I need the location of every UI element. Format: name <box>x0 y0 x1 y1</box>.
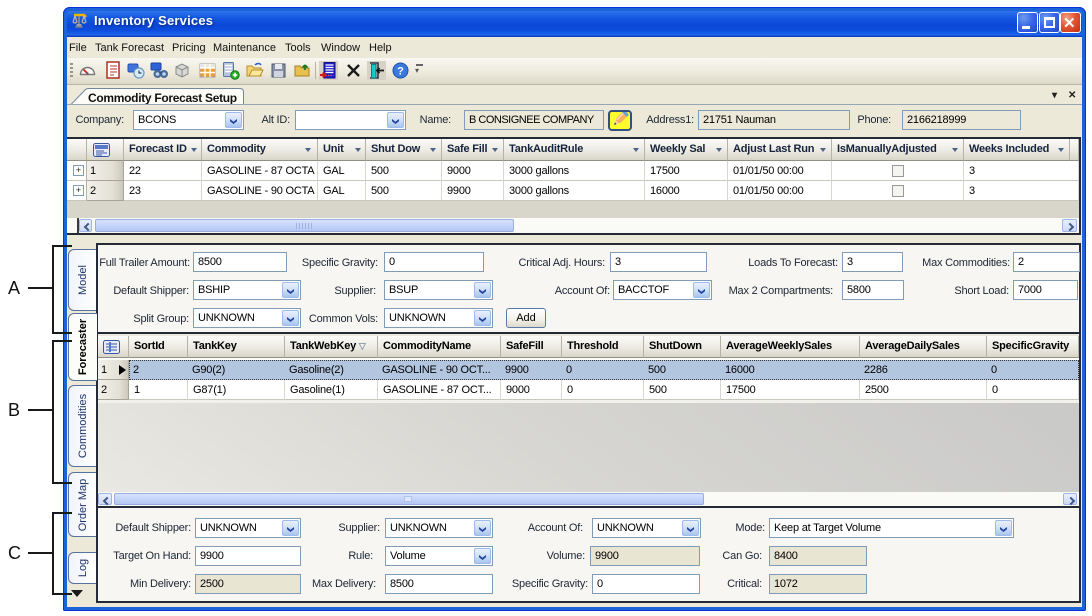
svg-text:?: ? <box>397 66 404 78</box>
